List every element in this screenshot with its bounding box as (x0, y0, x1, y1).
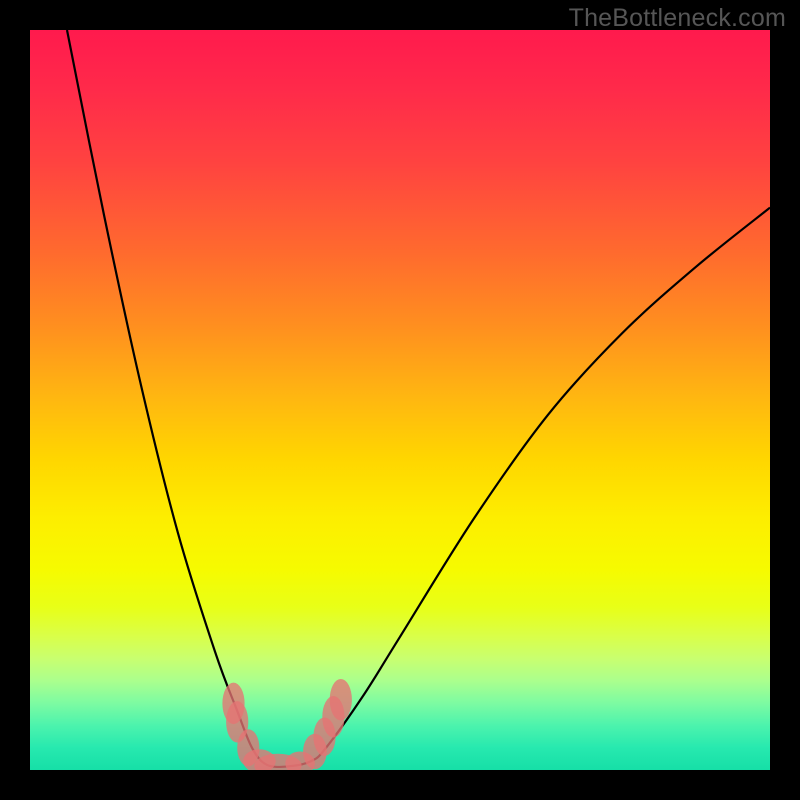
data-markers (222, 679, 352, 770)
bottleneck-curve-path (67, 30, 770, 767)
data-marker (330, 679, 352, 720)
watermark: TheBottleneck.com (569, 4, 786, 33)
chart-svg (30, 30, 770, 770)
plot-area (30, 30, 770, 770)
chart-frame: TheBottleneck.com (0, 0, 800, 800)
